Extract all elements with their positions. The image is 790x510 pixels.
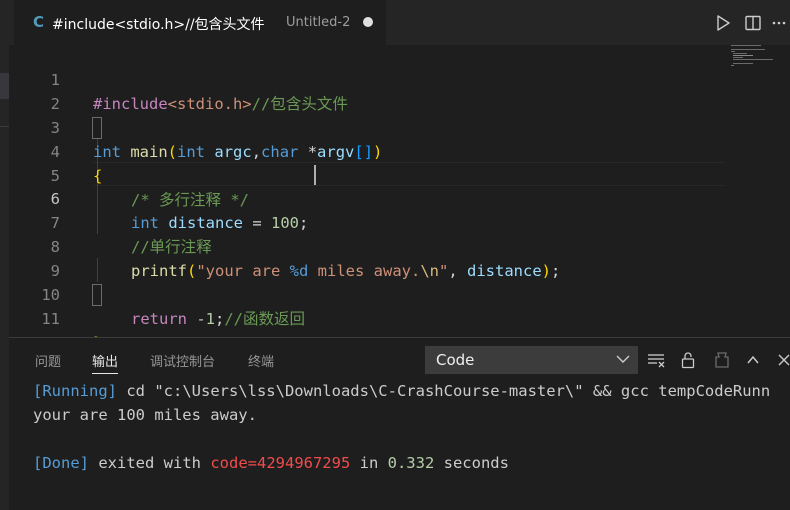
divider (0, 126, 9, 127)
lock-scroll-icon[interactable] (675, 346, 701, 374)
editor-tab-bar: C #include<stdio.h>//包含头文件 Untitled-2 (9, 0, 790, 45)
panel-tabs: 问题 输出 调试控制台 终端 Code (9, 338, 790, 380)
code-line: 8 printf("your are %d miles away.\n", di… (9, 211, 725, 280)
output-line: [Running] cd "c:\Users\lss\Downloads\C-C… (33, 382, 771, 400)
editor-tab[interactable]: C #include<stdio.h>//包含头文件 Untitled-2 (14, 0, 386, 45)
code-line: 3 int main(int argc,char *argv[]) (9, 92, 725, 161)
tab-title: #include<stdio.h>//包含头文件 (52, 17, 265, 33)
tab-output[interactable]: 输出 (92, 351, 119, 374)
minimap[interactable] (729, 45, 787, 75)
code-line: 10 return -1;//函数返回 (9, 259, 725, 328)
line-number: 11 (41, 310, 60, 328)
activity-item-highlight[interactable] (0, 73, 9, 99)
code-line: 1 #include<stdio.h>//包含头文件 (9, 44, 725, 113)
clear-output-icon[interactable] (643, 346, 669, 374)
tab-problems[interactable]: 问题 (35, 351, 61, 370)
output-line: your are 100 miles away. (33, 406, 257, 424)
output-channel-value: Code (436, 351, 475, 369)
run-icon[interactable] (708, 8, 738, 38)
code-line: 6 int distance = 100; (9, 163, 725, 232)
output-line: [Done] exited with code=4294967295 in 0.… (33, 454, 509, 472)
open-log-icon[interactable] (709, 346, 735, 374)
unsaved-dot-icon[interactable] (363, 17, 373, 27)
code-line: 9 (9, 235, 725, 280)
tab-debug-console[interactable]: 调试控制台 (150, 351, 215, 370)
bracket-match-box (92, 284, 102, 306)
bracket-match-box (92, 117, 102, 139)
output-panel: 问题 输出 调试控制台 终端 Code [Running] cd "c:\Use… (9, 337, 790, 510)
editor-actions (708, 0, 790, 45)
more-actions-icon[interactable] (768, 8, 790, 38)
close-panel-icon[interactable] (771, 346, 790, 374)
activity-strip (0, 0, 9, 510)
tab-description: Untitled-2 (286, 15, 351, 30)
code-line: 11 } (9, 283, 725, 352)
split-editor-icon[interactable] (738, 8, 768, 38)
code-line: 2 (9, 68, 725, 113)
maximize-panel-icon[interactable] (740, 346, 766, 374)
tab-terminal[interactable]: 终端 (248, 351, 274, 370)
chevron-down-icon (615, 351, 631, 371)
c-language-icon: C (33, 13, 45, 31)
code-line: 7 //单行注释 (9, 187, 725, 256)
code-line: 5 /* 多行注释 */ (9, 140, 725, 209)
output-channel-select[interactable]: Code (425, 346, 638, 374)
code-line: 4 { (9, 116, 725, 185)
text-cursor (314, 165, 316, 185)
code-editor[interactable]: 1 #include<stdio.h>//包含头文件 2 3 int main(… (9, 44, 790, 352)
